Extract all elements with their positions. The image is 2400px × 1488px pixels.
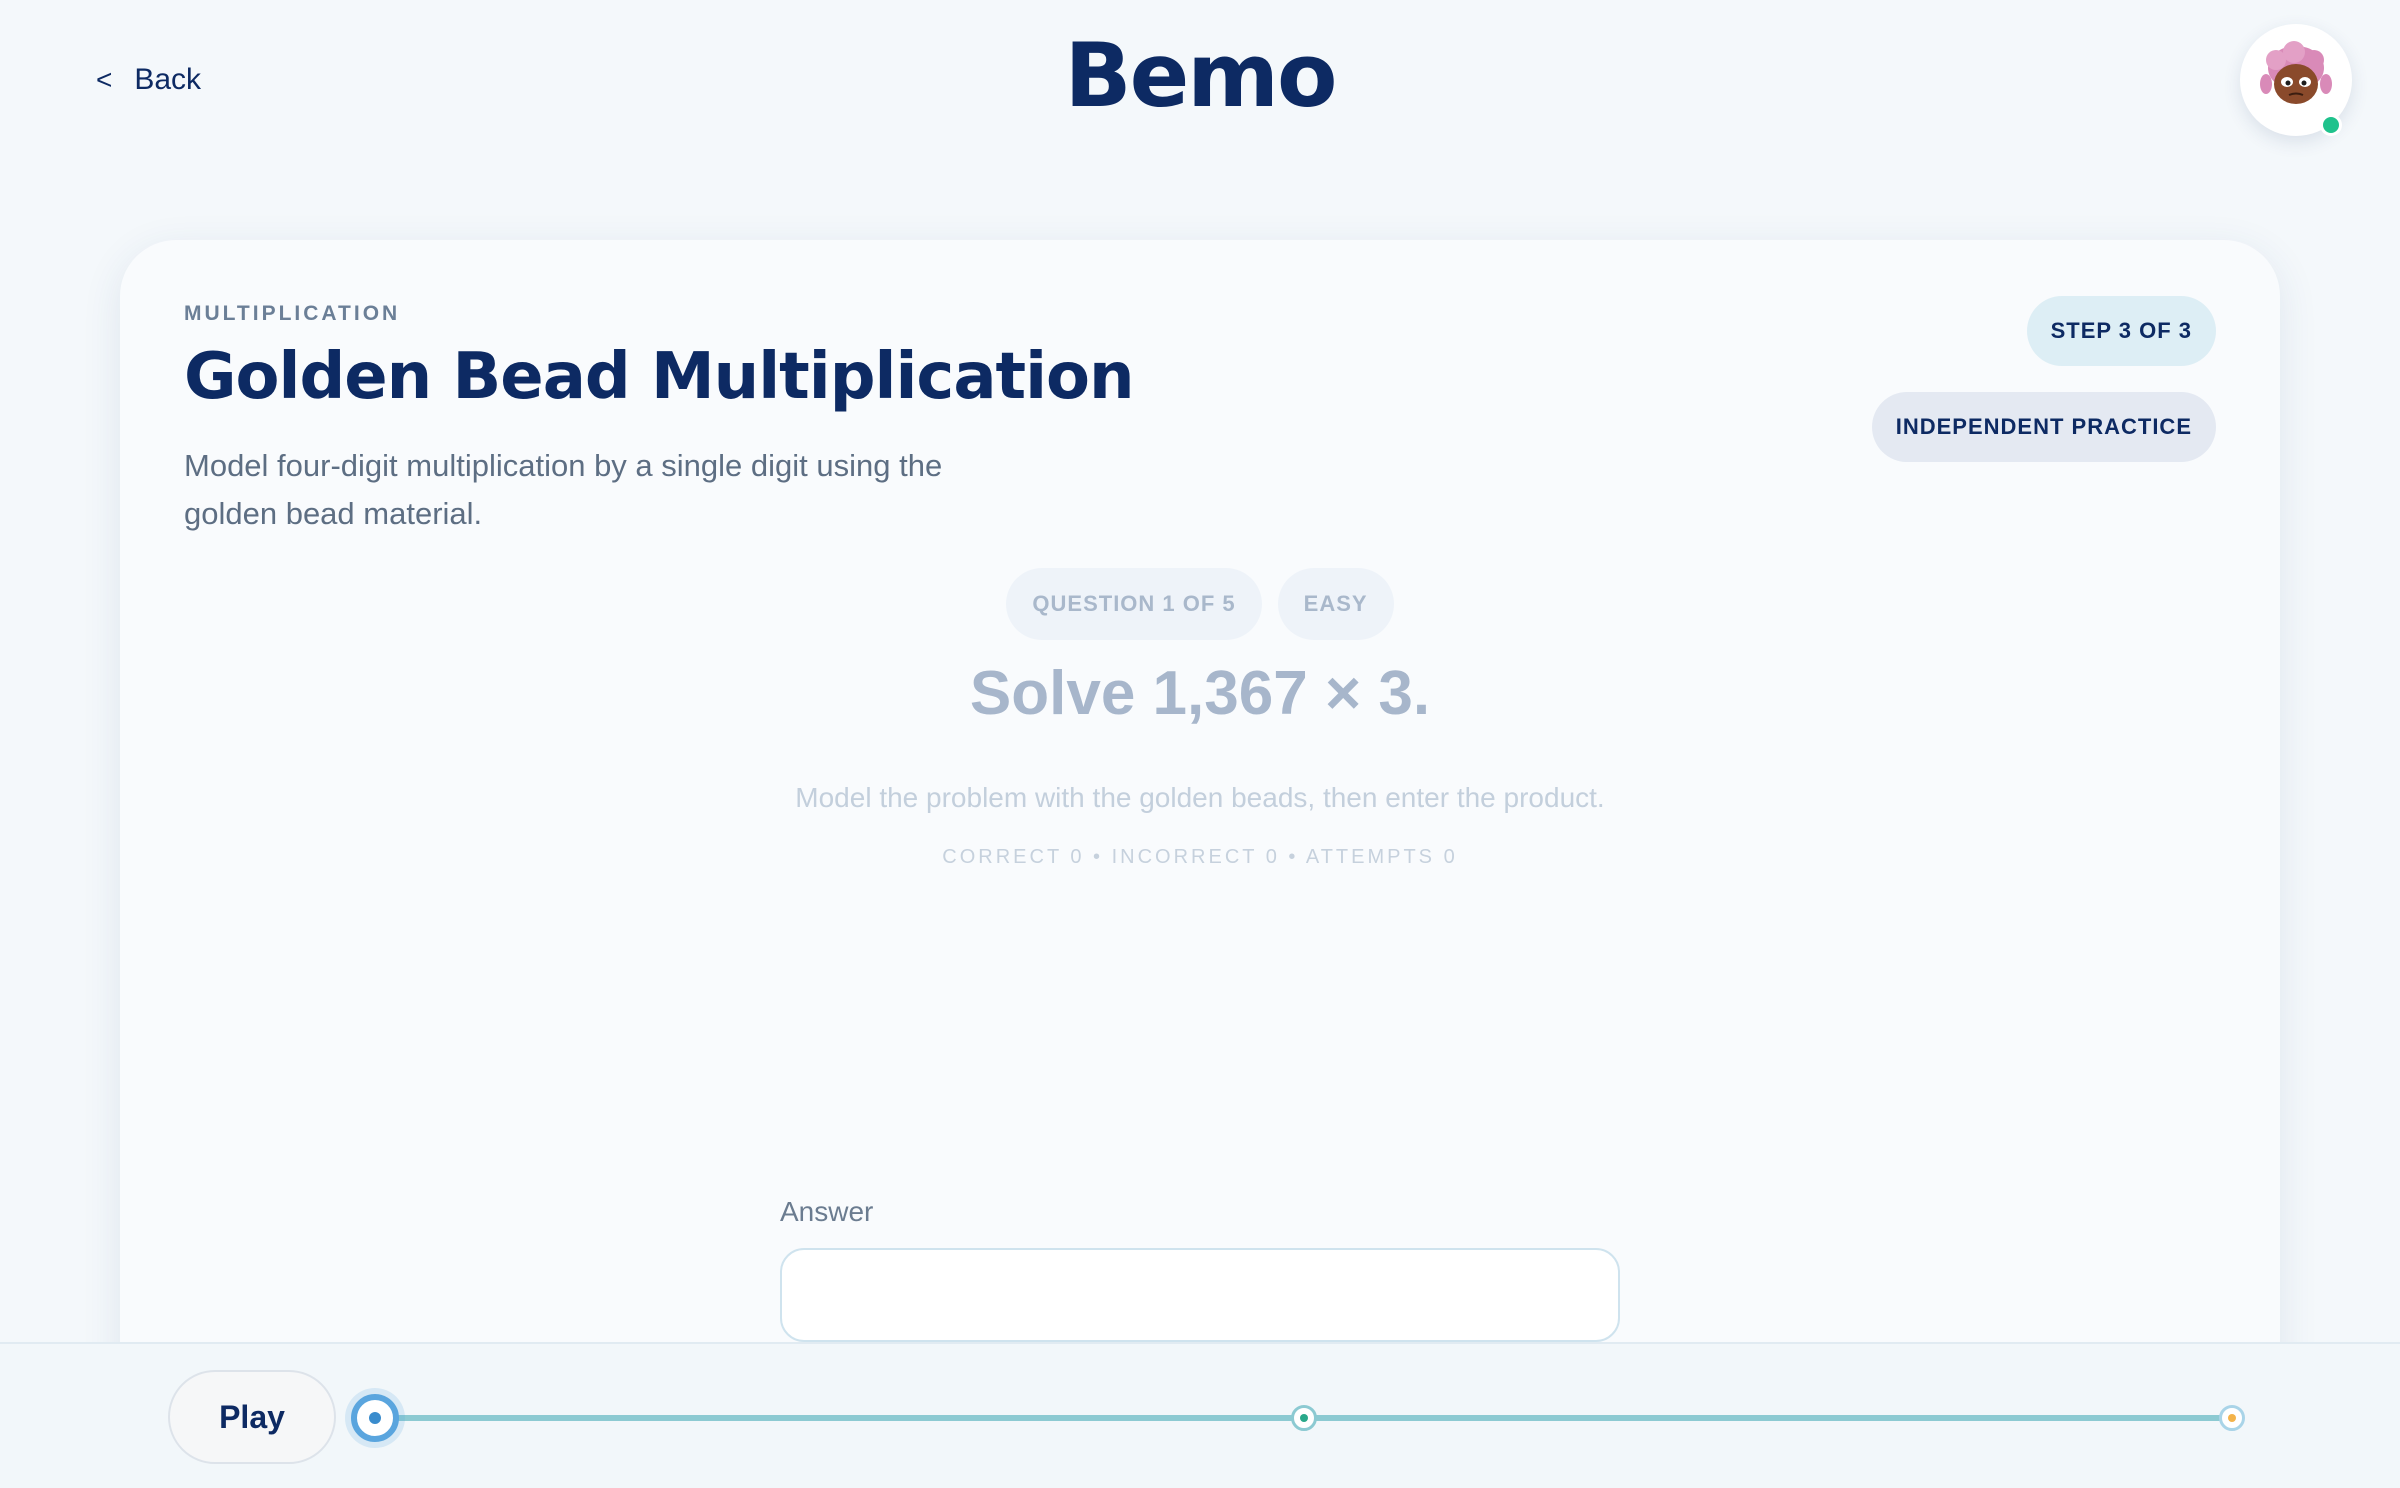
attempt-stats: CORRECT 0 • INCORRECT 0 • ATTEMPTS 0 bbox=[942, 846, 1458, 868]
question-hint: Model the problem with the golden beads,… bbox=[795, 782, 1605, 813]
lesson-category: MULTIPLICATION bbox=[184, 302, 401, 325]
lesson-description: Model four-digit multiplication by a sin… bbox=[184, 448, 943, 531]
question-tags: QUESTION 1 OF 5 EASY bbox=[120, 568, 2280, 640]
question-counter-badge: QUESTION 1 OF 5 bbox=[1006, 568, 1262, 640]
brand-logo: Bemo bbox=[1064, 24, 1338, 127]
playback-bar: Play bbox=[0, 1342, 2400, 1488]
lesson-card: MULTIPLICATION Golden Bead Multiplicatio… bbox=[120, 240, 2280, 1488]
milestone-dot-icon bbox=[2228, 1414, 2236, 1422]
progress-milestone-current[interactable] bbox=[351, 1394, 399, 1442]
progress-milestone-end[interactable] bbox=[2219, 1405, 2245, 1431]
milestone-dot-icon bbox=[1300, 1414, 1308, 1422]
top-bar: < Back Bemo bbox=[0, 0, 2400, 160]
online-status-indicator bbox=[2320, 114, 2342, 136]
question-prompt: Solve 1,367 × 3. bbox=[969, 659, 1431, 728]
lesson-title: Golden Bead Multiplication bbox=[184, 340, 1135, 414]
mode-badge: INDEPENDENT PRACTICE bbox=[1871, 392, 2216, 462]
milestone-dot-icon bbox=[369, 1412, 381, 1424]
progress-milestone-middle[interactable] bbox=[1291, 1405, 1317, 1431]
step-badge: STEP 3 OF 3 bbox=[2026, 296, 2216, 366]
answer-input[interactable] bbox=[780, 1248, 1620, 1342]
answer-label: Answer bbox=[780, 1196, 874, 1227]
kid-avatar-icon bbox=[2260, 41, 2332, 104]
difficulty-badge: EASY bbox=[1277, 568, 1394, 640]
play-button[interactable]: Play bbox=[168, 1370, 336, 1464]
